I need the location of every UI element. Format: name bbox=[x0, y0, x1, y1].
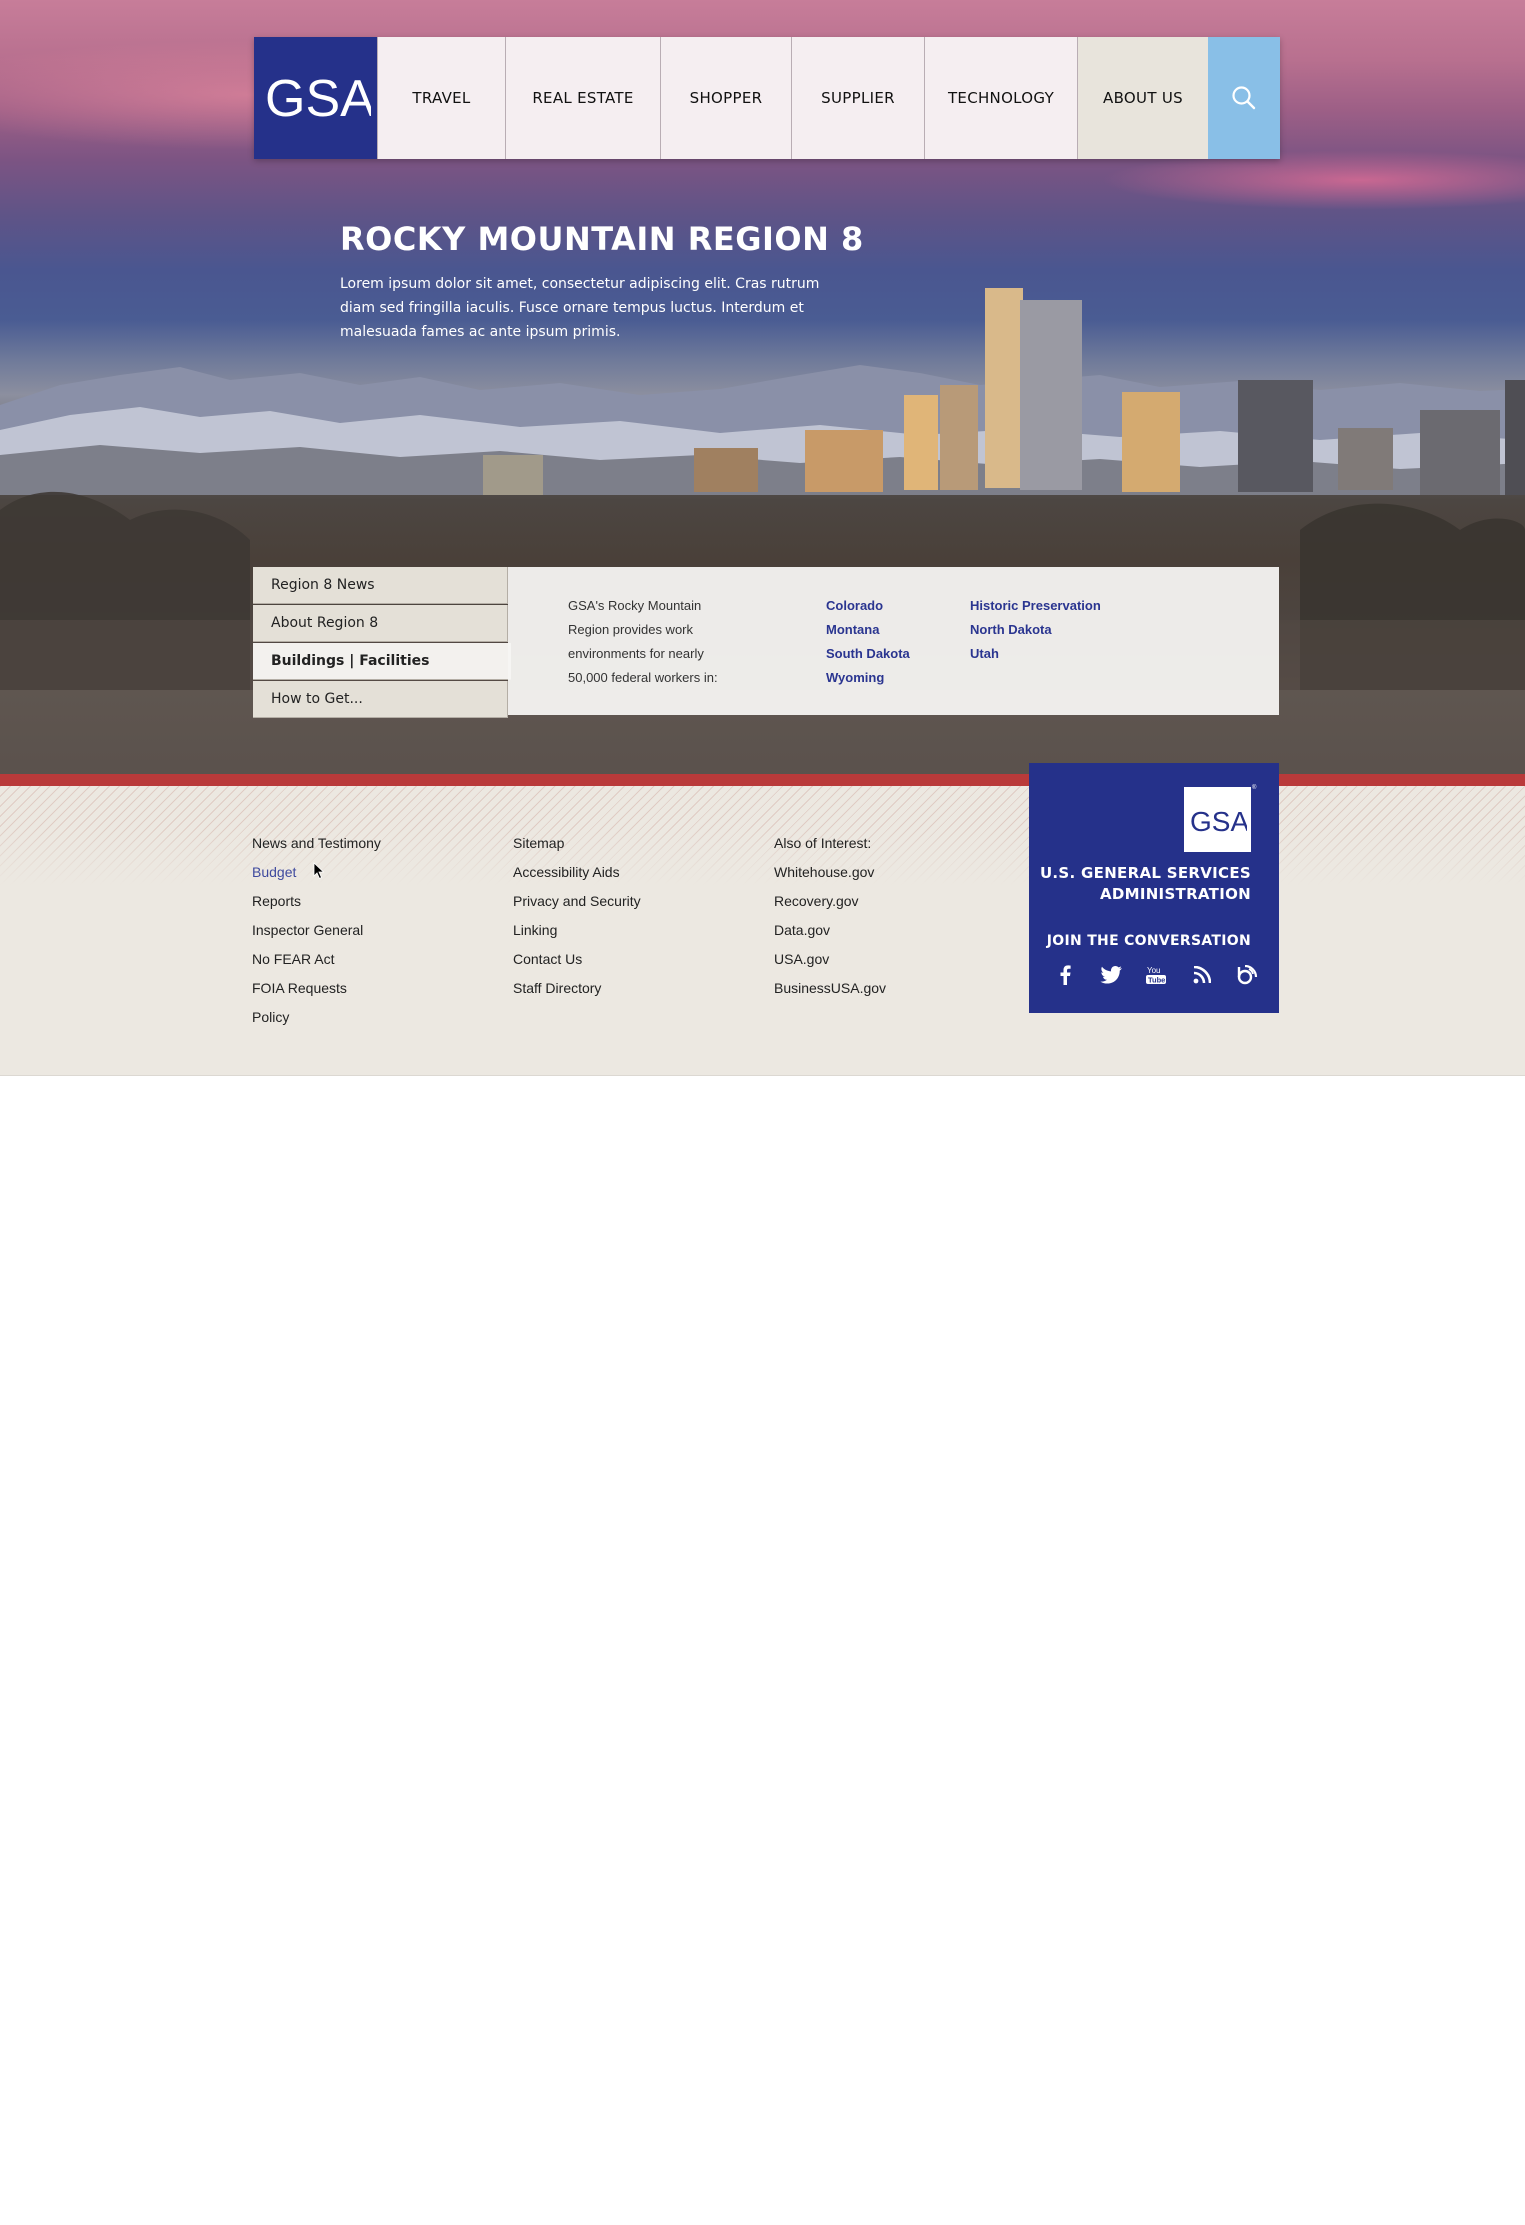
region-info-panel: GSA's Rocky Mountain Region provides wor… bbox=[508, 567, 1279, 715]
footer-pattern-fade bbox=[0, 826, 1525, 886]
footer-link-sitemap[interactable]: Sitemap bbox=[513, 829, 641, 858]
footer-links-col2: Sitemap Accessibility Aids Privacy and S… bbox=[513, 829, 641, 1003]
footer-link-news[interactable]: News and Testimony bbox=[252, 829, 381, 858]
gsa-logo-text: GSA bbox=[265, 70, 371, 128]
footer-link-foia[interactable]: FOIA Requests bbox=[252, 974, 381, 1003]
search-icon bbox=[1232, 86, 1256, 110]
footer-link-no-fear-act[interactable]: No FEAR Act bbox=[252, 945, 381, 974]
nav-real-estate[interactable]: REAL ESTATE bbox=[505, 37, 660, 159]
youtube-icon[interactable]: You Tube bbox=[1142, 963, 1170, 987]
footer: News and Testimony Budget Reports Inspec… bbox=[0, 786, 1525, 1076]
panel-text-line: 50,000 federal workers in: bbox=[568, 670, 718, 685]
link-south-dakota[interactable]: South Dakota bbox=[826, 642, 910, 666]
footer-link-policy[interactable]: Policy bbox=[252, 1003, 381, 1032]
footer-links-col3: Also of Interest: Whitehouse.gov Recover… bbox=[774, 829, 886, 1003]
search-button[interactable] bbox=[1208, 37, 1280, 159]
sky-glow bbox=[1100, 150, 1525, 210]
footer-link-inspector-general[interactable]: Inspector General bbox=[252, 916, 381, 945]
state-links: Colorado Montana South Dakota Wyoming bbox=[826, 594, 910, 690]
footer-link-usa[interactable]: USA.gov bbox=[774, 945, 886, 974]
link-north-dakota[interactable]: North Dakota bbox=[970, 618, 1101, 642]
agency-name-line1: U.S. GENERAL SERVICES bbox=[1039, 864, 1251, 882]
footer-link-whitehouse[interactable]: Whitehouse.gov bbox=[774, 858, 886, 887]
nav-supplier[interactable]: SUPPLIER bbox=[791, 37, 924, 159]
social-links: You Tube bbox=[1051, 963, 1261, 987]
state-links-2: Historic Preservation North Dakota Utah bbox=[970, 594, 1101, 666]
subnav-buildings-facilities[interactable]: Buildings | Facilities bbox=[253, 643, 511, 680]
panel-text-line: environments for nearly bbox=[568, 646, 704, 661]
agency-name: U.S. GENERAL SERVICES ADMINISTRATION bbox=[1040, 863, 1251, 905]
footer-top-bar bbox=[0, 774, 1525, 786]
footer-link-contact[interactable]: Contact Us bbox=[513, 945, 641, 974]
footer-link-businessusa[interactable]: BusinessUSA.gov bbox=[774, 974, 886, 1003]
svg-text:Tube: Tube bbox=[1148, 976, 1165, 985]
facebook-icon[interactable] bbox=[1051, 963, 1079, 987]
footer-link-data[interactable]: Data.gov bbox=[774, 916, 886, 945]
footer-background bbox=[0, 886, 1525, 1076]
footer-link-recovery[interactable]: Recovery.gov bbox=[774, 887, 886, 916]
panel-description: GSA's Rocky Mountain Region provides wor… bbox=[568, 594, 748, 690]
region-subnav: Region 8 News About Region 8 Buildings |… bbox=[253, 567, 511, 719]
subnav-region-news[interactable]: Region 8 News bbox=[253, 567, 508, 604]
gsa-identity-box: GSA ® U.S. GENERAL SERVICES ADMINISTRATI… bbox=[1029, 763, 1279, 1013]
gsa-logo-icon: GSA bbox=[265, 70, 371, 128]
nav-about-us[interactable]: ABOUT US bbox=[1077, 37, 1208, 159]
footer-link-linking[interactable]: Linking bbox=[513, 916, 641, 945]
gsa-small-logo-text: GSA bbox=[1190, 806, 1247, 836]
nav-travel[interactable]: TRAVEL bbox=[377, 37, 505, 159]
link-historic-preservation[interactable]: Historic Preservation bbox=[970, 594, 1101, 618]
rss-icon[interactable] bbox=[1188, 963, 1216, 987]
link-utah[interactable]: Utah bbox=[970, 642, 1101, 666]
panel-text-line: Region provides work bbox=[568, 622, 694, 637]
svg-text:You: You bbox=[1147, 966, 1161, 975]
nav-technology[interactable]: TECHNOLOGY bbox=[924, 37, 1077, 159]
mouse-cursor-icon bbox=[313, 862, 325, 880]
hero-description: Lorem ipsum dolor sit amet, consectetur … bbox=[340, 276, 820, 340]
link-montana[interactable]: Montana bbox=[826, 618, 910, 642]
footer-link-privacy[interactable]: Privacy and Security bbox=[513, 887, 641, 916]
blog-icon[interactable] bbox=[1233, 963, 1261, 987]
subnav-about-region[interactable]: About Region 8 bbox=[253, 605, 508, 642]
join-conversation-label: JOIN THE CONVERSATION bbox=[1046, 933, 1251, 949]
footer-links-col1: News and Testimony Budget Reports Inspec… bbox=[252, 829, 381, 1032]
link-colorado[interactable]: Colorado bbox=[826, 594, 910, 618]
subnav-how-to-get[interactable]: How to Get... bbox=[253, 681, 508, 718]
gsa-logo[interactable]: GSA bbox=[254, 37, 377, 159]
gsa-logo-small-icon: GSA bbox=[1190, 806, 1247, 836]
footer-link-accessibility[interactable]: Accessibility Aids bbox=[513, 858, 641, 887]
agency-name-line2: ADMINISTRATION bbox=[1099, 885, 1251, 903]
footer-heading-also-of-interest: Also of Interest: bbox=[774, 835, 872, 851]
footer-bottom-line bbox=[0, 1075, 1525, 1076]
twitter-icon[interactable] bbox=[1097, 963, 1125, 987]
panel-text-line: GSA's Rocky Mountain bbox=[568, 598, 702, 613]
registered-mark: ® bbox=[1252, 785, 1257, 791]
nav-shopper[interactable]: SHOPPER bbox=[660, 37, 791, 159]
page-title: ROCKY MOUNTAIN REGION 8 bbox=[340, 220, 864, 258]
top-navigation: GSA TRAVEL REAL ESTATE SHOPPER SUPPLIER … bbox=[254, 37, 1280, 159]
gsa-small-logo[interactable]: GSA bbox=[1184, 787, 1251, 852]
footer-link-staff-directory[interactable]: Staff Directory bbox=[513, 974, 641, 1003]
footer-link-reports[interactable]: Reports bbox=[252, 887, 381, 916]
link-wyoming[interactable]: Wyoming bbox=[826, 666, 910, 690]
